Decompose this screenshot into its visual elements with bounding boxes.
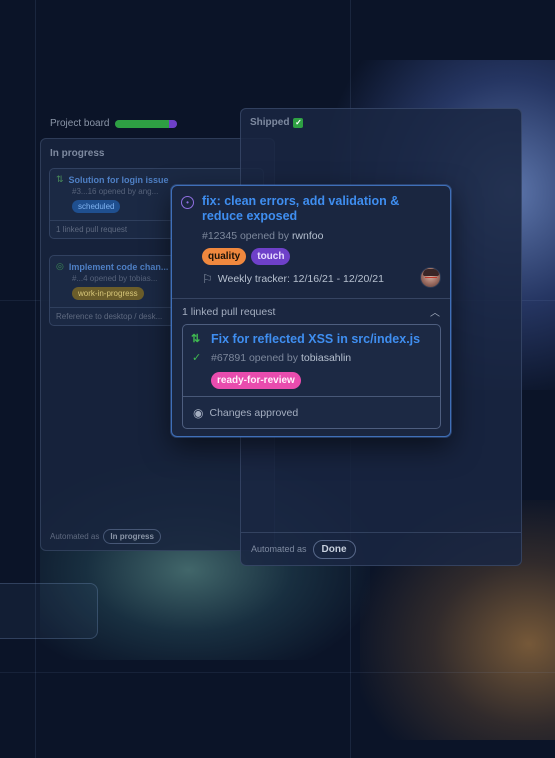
pull-request-icon: ⇅ [56, 174, 64, 184]
column-automation: Automated as Done [241, 532, 521, 565]
linked-pull-requests-toggle[interactable]: 1 linked pull request ︿ [172, 298, 450, 324]
label-touch[interactable]: touch [251, 248, 291, 265]
signpost-icon: ⚐ [202, 272, 213, 286]
git-pull-request-icon: ⇅ [191, 333, 201, 345]
label-quality[interactable]: quality [202, 248, 247, 265]
label-work-in-progress[interactable]: work-in-progress [72, 287, 144, 300]
pull-request-meta: #67891 opened by tobiasahlin [211, 352, 351, 364]
card-title[interactable]: Implement code chan... [69, 262, 169, 272]
review-status: ◉ Changes approved [183, 396, 440, 428]
column-title: In progress [50, 148, 105, 159]
progress-done-segment [115, 119, 169, 128]
tracker-text: Weekly tracker: 12/16/21 - 12/20/21 [217, 273, 384, 285]
avatar[interactable] [420, 267, 441, 288]
column-title: Shipped [250, 117, 290, 128]
pull-request-title[interactable]: Fix for reflected XSS in src/index.js [211, 332, 420, 346]
check-mark-icon: ✓ [293, 117, 304, 128]
issue-open-icon: ◎ [56, 261, 64, 271]
pull-request-number: #67891 [211, 352, 247, 364]
issue-labels: quality touch [202, 248, 291, 265]
pull-request-card[interactable]: ⇅ Fix for reflected XSS in src/index.js … [182, 324, 441, 429]
column-automation: Automated as In progress [50, 529, 161, 544]
pull-request-labels: ready-for-review [211, 370, 301, 389]
check-icon: ✓ [192, 352, 202, 364]
issue-summary: • fix: clean errors, add validation & re… [172, 186, 450, 298]
automation-label: Automated as [50, 532, 100, 541]
avatar-glasses [425, 277, 437, 280]
automation-label: Automated as [251, 544, 307, 554]
project-board-title: Project board [50, 118, 110, 129]
progress-review-segment [168, 119, 178, 128]
issue-opened-by: opened by [239, 230, 290, 242]
review-status-text: Changes approved [209, 406, 299, 419]
board-progress-bar [115, 119, 178, 128]
column-header: Shipped ✓ [250, 117, 304, 128]
ghost-card [0, 583, 98, 639]
project-board-header: Project board [50, 118, 178, 129]
pull-request-opened-by: opened by [248, 352, 299, 364]
issue-number: #12345 [202, 230, 238, 242]
automation-chip[interactable]: Done [312, 539, 356, 559]
issue-tracker[interactable]: ⚐ Weekly tracker: 12/16/21 - 12/20/21 [202, 272, 384, 286]
grid-line [35, 0, 36, 758]
issue-meta: #12345 opened by rwnfoo [202, 230, 323, 242]
issue-title[interactable]: fix: clean errors, add validation & redu… [202, 194, 442, 224]
grid-line [0, 672, 555, 673]
issue-author[interactable]: rwnfoo [292, 230, 324, 242]
label-ready-for-review[interactable]: ready-for-review [211, 372, 301, 389]
label-scheduled[interactable]: scheduled [72, 200, 121, 213]
eye-icon: ◉ [193, 405, 204, 420]
avatar-hair [423, 269, 439, 276]
automation-chip[interactable]: In progress [103, 529, 161, 544]
issue-popover[interactable]: • fix: clean errors, add validation & re… [171, 185, 451, 437]
chevron-up-icon[interactable]: ︿ [430, 304, 440, 319]
issue-progress-icon: • [181, 196, 194, 209]
card-title[interactable]: Solution for login issue [69, 175, 169, 185]
pull-request-author[interactable]: tobiasahlin [301, 352, 351, 364]
linked-pull-requests-label: 1 linked pull request [182, 305, 276, 318]
